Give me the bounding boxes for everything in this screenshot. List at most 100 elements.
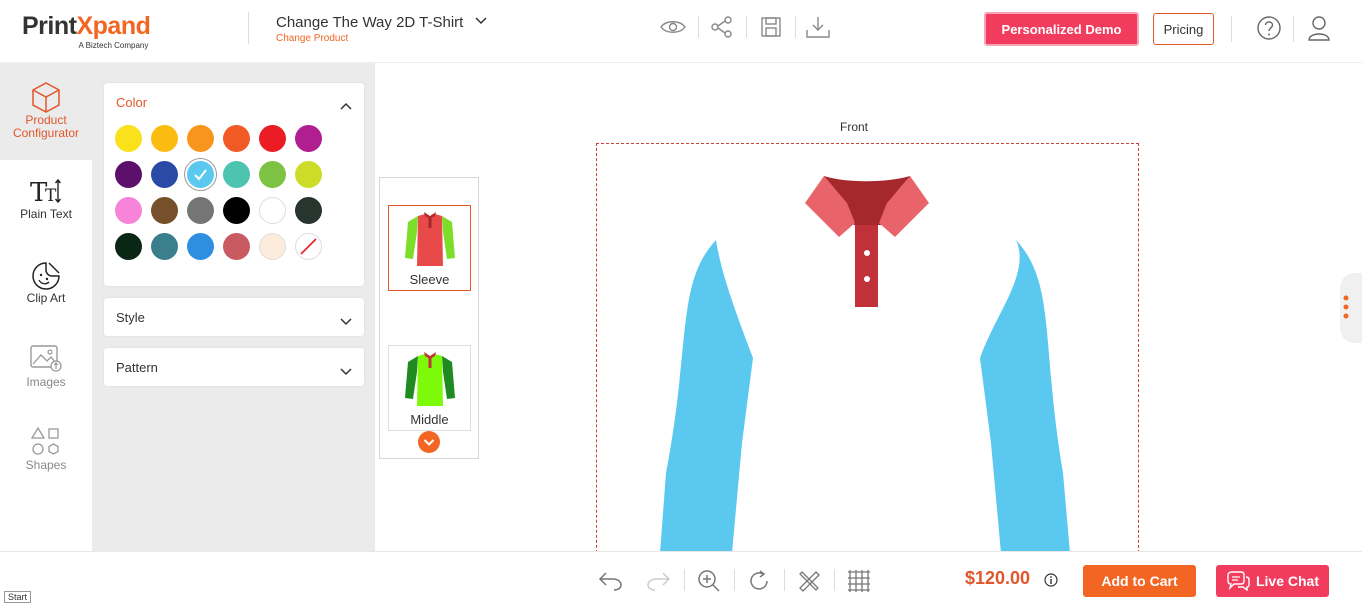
grid-icon[interactable] — [845, 567, 873, 595]
cube-icon — [0, 81, 92, 114]
color-swatch[interactable] — [115, 125, 142, 152]
part-sleeve[interactable]: Sleeve — [388, 205, 471, 291]
left-sleeve[interactable] — [660, 240, 753, 553]
zoom-in-icon[interactable] — [695, 567, 723, 595]
help-icon[interactable] — [1255, 14, 1283, 42]
sleeve-thumbnail — [405, 212, 455, 266]
color-swatch[interactable] — [295, 197, 322, 224]
color-swatch[interactable] — [187, 233, 214, 260]
color-swatch[interactable] — [187, 197, 214, 224]
part-label: Sleeve — [409, 272, 450, 287]
chevron-up-icon[interactable] — [340, 97, 352, 115]
chat-icon — [1227, 571, 1250, 591]
sidebar-item-plain-text[interactable]: TT Plain Text — [0, 176, 92, 236]
color-swatch[interactable] — [151, 197, 178, 224]
color-swatch[interactable] — [223, 233, 250, 260]
reset-icon[interactable] — [745, 567, 773, 595]
live-chat-label: Live Chat — [1255, 573, 1319, 589]
placket[interactable] — [855, 221, 878, 307]
divider — [1293, 16, 1294, 42]
button — [864, 276, 870, 282]
right-sleeve[interactable] — [980, 240, 1070, 553]
live-chat-button[interactable]: Live Chat — [1216, 565, 1329, 597]
chevron-down-icon — [340, 313, 352, 331]
tshirt-canvas[interactable] — [596, 143, 1139, 553]
pricing-button[interactable]: Pricing — [1153, 13, 1214, 45]
logo[interactable]: PrintXpand A Biztech Company — [22, 12, 151, 50]
share-icon[interactable] — [708, 13, 736, 41]
color-swatch[interactable] — [187, 125, 214, 152]
divider — [734, 569, 735, 591]
color-swatch[interactable] — [223, 197, 250, 224]
top-bar: PrintXpand A Biztech Company Change The … — [0, 0, 1362, 63]
color-swatch[interactable] — [115, 197, 142, 224]
tool-sidebar: Product Configurator TT Plain Text Clip … — [0, 63, 92, 551]
part-middle[interactable]: Middle — [388, 345, 471, 431]
color-swatch[interactable] — [151, 161, 178, 188]
color-swatch[interactable] — [115, 233, 142, 260]
sidebar-item-product-configurator[interactable]: Product Configurator — [0, 63, 92, 160]
sidebar-label: Images — [26, 375, 66, 389]
svg-text:T: T — [45, 186, 57, 206]
button — [864, 250, 870, 256]
product-title-dropdown[interactable]: Change The Way 2D T-Shirt — [276, 12, 488, 31]
divider — [795, 16, 796, 38]
color-section-title[interactable]: Color — [116, 95, 147, 110]
sidebar-label: Plain Text — [20, 207, 72, 221]
logo-tagline: A Biztech Company — [78, 41, 149, 50]
pattern-section-title: Pattern — [116, 360, 158, 375]
more-options-tab[interactable] — [1340, 273, 1362, 343]
scroll-down-button[interactable] — [418, 431, 440, 453]
text-icon: TT — [0, 176, 92, 208]
color-swatch[interactable] — [223, 125, 250, 152]
color-swatch[interactable] — [259, 197, 286, 224]
save-icon[interactable] — [757, 13, 785, 41]
download-icon[interactable] — [804, 13, 832, 41]
sidebar-item-shapes[interactable]: Shapes — [0, 426, 92, 486]
clipart-icon — [0, 260, 92, 292]
color-swatch[interactable] — [259, 233, 286, 260]
sidebar-label: Clip Art — [26, 291, 66, 305]
pattern-section[interactable]: Pattern — [104, 348, 364, 386]
more-vertical-icon — [1343, 295, 1349, 319]
undo-icon[interactable] — [596, 567, 624, 595]
start-label: Start — [4, 591, 32, 603]
add-to-cart-button[interactable]: Add to Cart — [1083, 565, 1196, 597]
personalized-demo-button[interactable]: Personalized Demo — [984, 12, 1139, 46]
chevron-down-icon — [423, 439, 435, 446]
ruler-pencil-icon[interactable] — [795, 567, 823, 595]
logo-text-end: pand — [92, 12, 151, 40]
divider — [248, 12, 249, 44]
sidebar-item-images[interactable]: Images — [0, 343, 92, 403]
color-swatch[interactable] — [223, 161, 250, 188]
info-icon[interactable] — [1044, 573, 1058, 592]
color-swatch[interactable] — [259, 161, 286, 188]
preview-eye-icon[interactable] — [659, 13, 687, 41]
part-label: Middle — [410, 412, 449, 427]
chevron-down-icon — [475, 12, 488, 29]
change-product-link[interactable]: Change Product — [276, 33, 348, 44]
color-section: Color — [104, 83, 364, 286]
color-swatch[interactable] — [295, 125, 322, 152]
divider — [784, 569, 785, 591]
color-swatch[interactable] — [295, 161, 322, 188]
color-swatch[interactable] — [151, 125, 178, 152]
chevron-down-icon — [340, 363, 352, 381]
divider — [834, 569, 835, 591]
redo-icon[interactable] — [645, 567, 673, 595]
part-selector: Sleeve Middle — [379, 177, 479, 459]
view-label: Front — [840, 120, 869, 134]
style-section-title: Style — [116, 310, 145, 325]
product-title: Change The Way 2D T-Shirt — [276, 14, 464, 31]
color-swatch[interactable] — [259, 125, 286, 152]
style-section[interactable]: Style — [104, 298, 364, 336]
color-swatch[interactable] — [115, 161, 142, 188]
sidebar-item-clip-art[interactable]: Clip Art — [0, 260, 92, 320]
color-swatch[interactable] — [187, 161, 214, 188]
no-color-swatch[interactable] — [295, 233, 322, 260]
image-icon — [0, 343, 92, 376]
middle-thumbnail — [405, 352, 455, 406]
sidebar-label: Shapes — [25, 458, 67, 472]
user-icon[interactable] — [1305, 14, 1333, 42]
color-swatch[interactable] — [151, 233, 178, 260]
